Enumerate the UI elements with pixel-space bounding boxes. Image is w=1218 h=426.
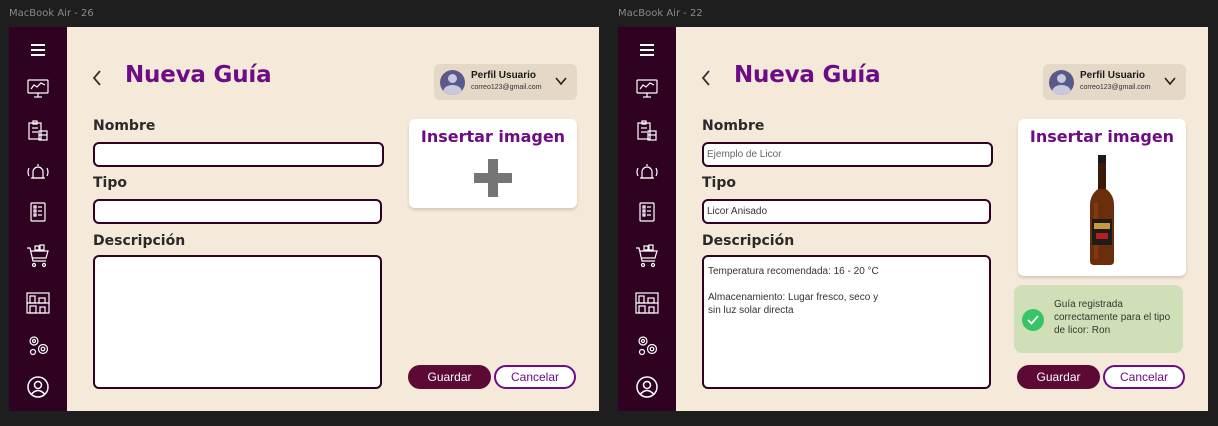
- frame-label-right: MacBook Air - 22: [618, 8, 703, 19]
- profile-email: correo123@gmail.com: [1080, 84, 1151, 91]
- back-button[interactable]: [696, 63, 716, 93]
- cart-icon[interactable]: [632, 241, 662, 271]
- frame-label-left: MacBook Air - 26: [9, 8, 94, 19]
- plus-icon: [474, 159, 512, 197]
- checklist-icon[interactable]: [23, 197, 53, 227]
- check-circle-icon: [1022, 309, 1044, 331]
- user-icon[interactable]: [632, 372, 662, 402]
- name-label: Nombre: [93, 118, 156, 134]
- insert-image-title: Insertar imagen: [1029, 127, 1175, 146]
- warehouse-icon[interactable]: [23, 288, 53, 318]
- warehouse-icon[interactable]: [632, 288, 662, 318]
- page-title: Nueva Guía: [125, 62, 272, 88]
- type-label: Tipo: [702, 175, 736, 191]
- rum-bottle-image: [1090, 155, 1114, 265]
- insert-image-card[interactable]: Insertar imagen: [409, 119, 577, 208]
- name-label: Nombre: [702, 118, 765, 134]
- type-input[interactable]: Licor Anisado: [702, 199, 991, 224]
- insert-image-title: Insertar imagen: [420, 127, 566, 146]
- page-title: Nueva Guía: [734, 62, 881, 88]
- type-label: Tipo: [93, 175, 127, 191]
- cancel-button[interactable]: Cancelar: [494, 365, 576, 389]
- frame-nueva-guia-empty: Nueva Guía Perfil Usuario correo123@gmai…: [9, 27, 599, 411]
- inventory-icon[interactable]: [23, 116, 53, 146]
- checklist-icon[interactable]: [632, 197, 662, 227]
- back-button[interactable]: [87, 63, 107, 93]
- type-input[interactable]: [93, 199, 382, 224]
- description-textarea[interactable]: Temperatura recomendada: 16 - 20 °C Alma…: [702, 255, 991, 389]
- description-textarea[interactable]: [93, 255, 382, 389]
- profile-menu[interactable]: Perfil Usuario correo123@gmail.com: [1043, 64, 1186, 100]
- inventory-icon[interactable]: [632, 116, 662, 146]
- menu-icon[interactable]: [23, 35, 53, 65]
- sidebar: [9, 27, 67, 411]
- insert-image-card[interactable]: Insertar imagen: [1018, 119, 1186, 276]
- menu-icon[interactable]: [632, 35, 662, 65]
- name-input[interactable]: Ejemplo de Licor: [702, 142, 993, 167]
- toast-message: Guía registrada correctamente para el ti…: [1054, 299, 1171, 336]
- success-toast: Guía registrada correctamente para el ti…: [1014, 285, 1183, 353]
- chevron-down-icon: [555, 77, 567, 86]
- description-label: Descripción: [702, 233, 795, 249]
- profile-menu[interactable]: Perfil Usuario correo123@gmail.com: [434, 64, 577, 100]
- profile-name: Perfil Usuario: [1080, 70, 1146, 81]
- dashboard-icon[interactable]: [23, 73, 53, 103]
- cancel-button[interactable]: Cancelar: [1103, 365, 1185, 389]
- frame-nueva-guia-filled: Nueva Guía Perfil Usuario correo123@gmai…: [618, 27, 1208, 411]
- cart-icon[interactable]: [23, 241, 53, 271]
- settings-icon[interactable]: [632, 330, 662, 360]
- avatar: [1049, 70, 1074, 95]
- description-label: Descripción: [93, 233, 186, 249]
- profile-email: correo123@gmail.com: [471, 84, 542, 91]
- name-input[interactable]: [93, 142, 384, 167]
- profile-name: Perfil Usuario: [471, 70, 537, 81]
- chevron-down-icon: [1164, 77, 1176, 86]
- user-icon[interactable]: [23, 372, 53, 402]
- alarm-icon[interactable]: [632, 157, 662, 187]
- save-button[interactable]: Guardar: [408, 365, 491, 389]
- dashboard-icon[interactable]: [632, 73, 662, 103]
- sidebar: [618, 27, 676, 411]
- settings-icon[interactable]: [23, 330, 53, 360]
- avatar: [440, 70, 465, 95]
- alarm-icon[interactable]: [23, 157, 53, 187]
- save-button[interactable]: Guardar: [1017, 365, 1100, 389]
